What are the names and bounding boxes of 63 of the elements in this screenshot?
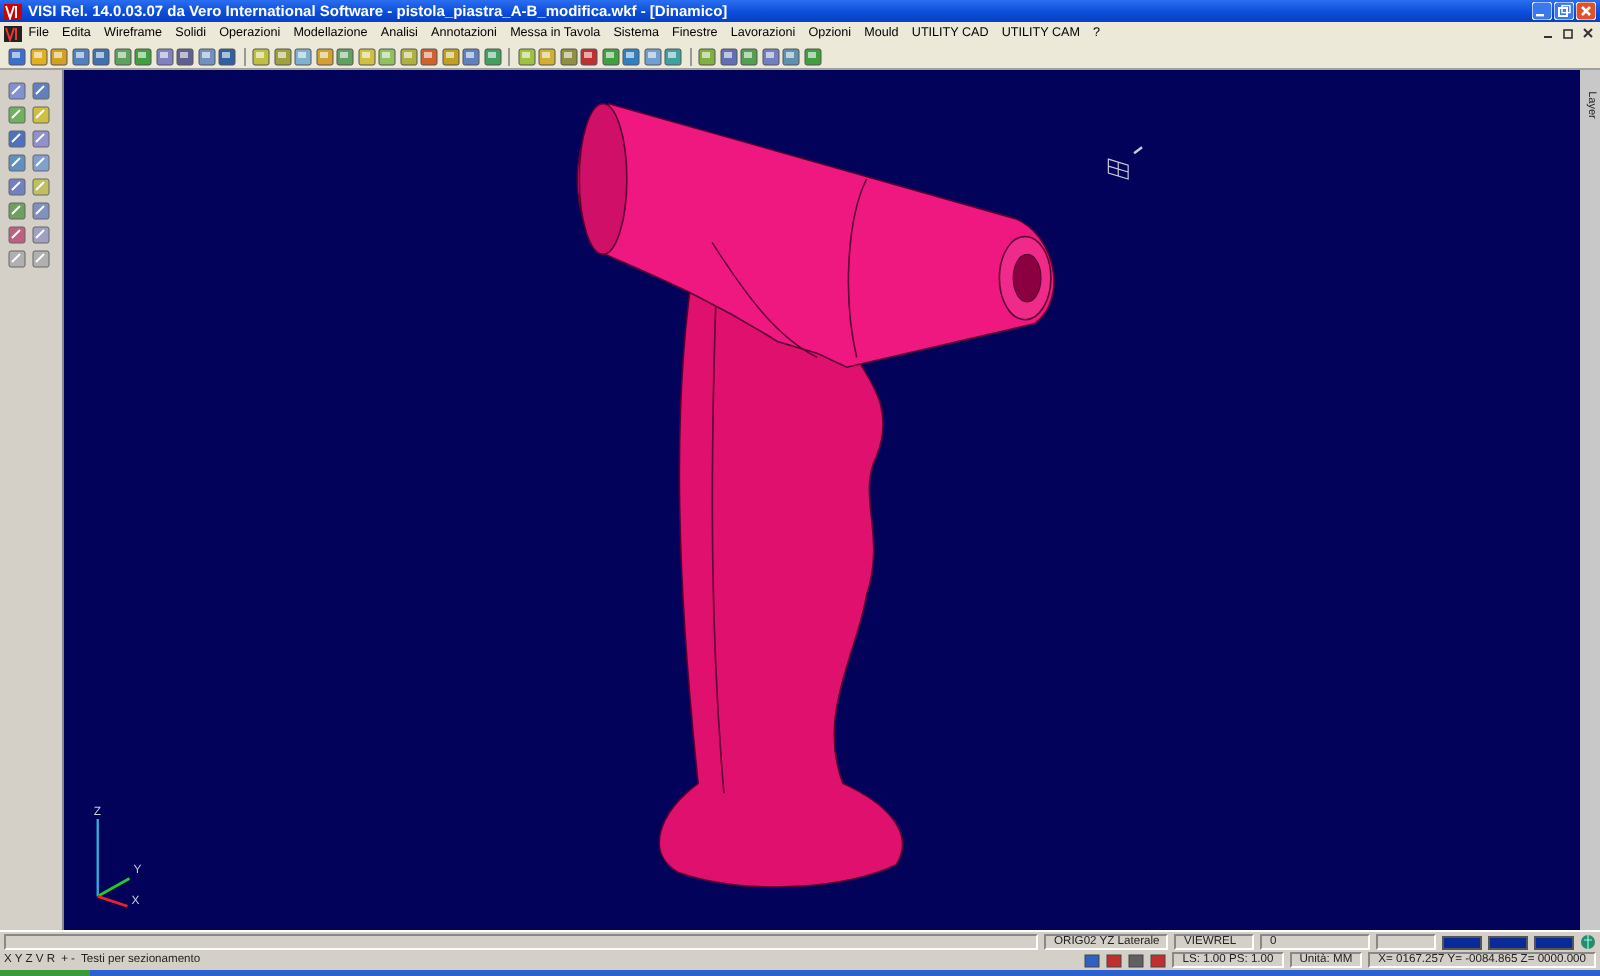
tool-icon[interactable]: [8, 226, 26, 244]
indicator-block: [1534, 935, 1574, 949]
tool-icon[interactable]: [8, 106, 26, 124]
toolbar-icon[interactable]: [134, 47, 152, 65]
toolbar-icon[interactable]: [273, 47, 291, 65]
toolbar-icon[interactable]: [155, 47, 173, 65]
toolbar-icon[interactable]: [71, 47, 89, 65]
toolbar-icon[interactable]: [294, 47, 312, 65]
tool-icon[interactable]: [32, 226, 50, 244]
toolbar-icon[interactable]: [517, 47, 535, 65]
axis-triad-icon: [96, 819, 131, 908]
toolbar-icon[interactable]: [601, 47, 619, 65]
tool-icon[interactable]: [8, 202, 26, 220]
toolbar-icon[interactable]: [761, 47, 779, 65]
tool-icon[interactable]: [32, 178, 50, 196]
toolbar-icon[interactable]: [113, 47, 131, 65]
toolbar-icon[interactable]: [580, 47, 598, 65]
status-field: [1376, 934, 1436, 950]
toolbar-icon[interactable]: [622, 47, 640, 65]
toolbar-icon[interactable]: [643, 47, 661, 65]
indicator-block: [1488, 935, 1528, 949]
toolbar-icon[interactable]: [197, 47, 215, 65]
tool-icon[interactable]: [8, 82, 26, 100]
tool-icon[interactable]: [32, 202, 50, 220]
toolbar-icon[interactable]: [50, 47, 68, 65]
toolbar-icon[interactable]: [252, 47, 270, 65]
tool-icon[interactable]: [32, 106, 50, 124]
restore-icon[interactable]: [1560, 26, 1576, 40]
toolbar-icon[interactable]: [29, 47, 47, 65]
tool-icon[interactable]: [32, 154, 50, 172]
toolbar-icon[interactable]: [420, 47, 438, 65]
toolbar-icon[interactable]: [218, 47, 236, 65]
view-cube-icon: [1107, 146, 1143, 180]
toolbar-icon[interactable]: [399, 47, 417, 65]
app-logo-icon: [4, 25, 22, 41]
toolbar-icon[interactable]: [441, 47, 459, 65]
toolbar-icon[interactable]: [559, 47, 577, 65]
toolbar-icon[interactable]: [698, 47, 716, 65]
toolbar-icon[interactable]: [462, 47, 480, 65]
toolbar-icon[interactable]: [357, 47, 375, 65]
toolbar-icon[interactable]: [782, 47, 800, 65]
tool-icon[interactable]: [8, 178, 26, 196]
tool-icon[interactable]: [8, 130, 26, 148]
toolbar-icon[interactable]: [176, 47, 194, 65]
toolbar-icon[interactable]: [92, 47, 110, 65]
toolbar-icon[interactable]: [719, 47, 737, 65]
toolbar-icon[interactable]: [315, 47, 333, 65]
tool-icon[interactable]: [32, 250, 50, 268]
tool-icon[interactable]: [8, 154, 26, 172]
tool-icon[interactable]: [8, 250, 26, 268]
toolbar-icon[interactable]: [538, 47, 556, 65]
toolbar-icon[interactable]: [336, 47, 354, 65]
toolbar-icon[interactable]: [803, 47, 821, 65]
toolbar-icon[interactable]: [378, 47, 396, 65]
toolbar-icon[interactable]: [740, 47, 758, 65]
toolbar-icon[interactable]: [483, 47, 501, 65]
app-logo-icon: [4, 3, 22, 19]
tool-icon[interactable]: [32, 82, 50, 100]
close-icon[interactable]: [1580, 26, 1596, 40]
indicator-block: [1442, 935, 1482, 949]
toolbar-icon[interactable]: [664, 47, 682, 65]
toolbar-icon[interactable]: [8, 47, 26, 65]
tool-icon[interactable]: [32, 130, 50, 148]
